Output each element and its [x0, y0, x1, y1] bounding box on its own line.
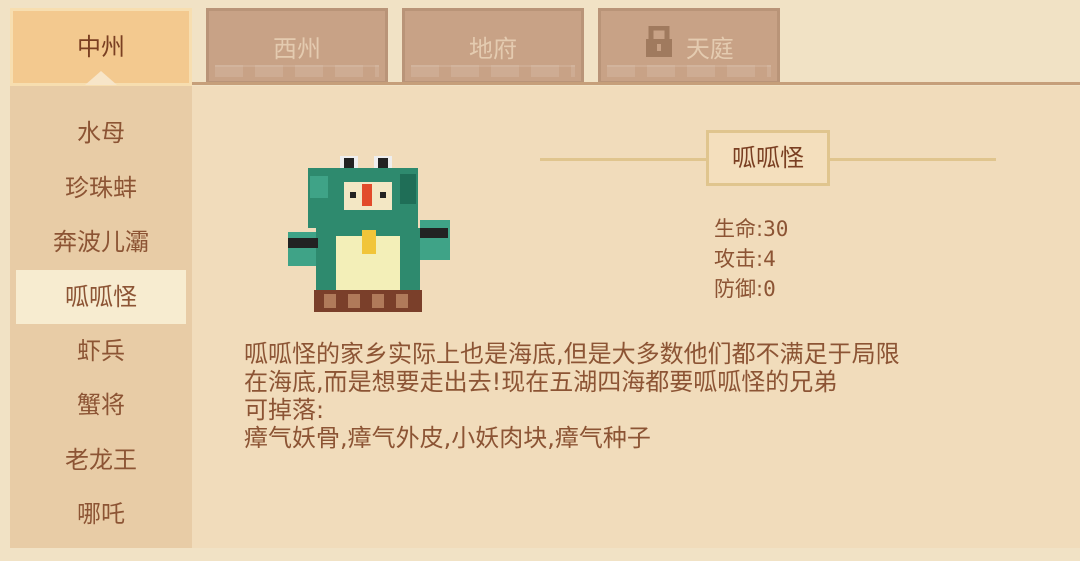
monster-detail-panel: 呱呱怪 生命:30 攻击:4 防御:0 呱呱怪的家乡实际上也是海底,但是大多数他… — [192, 86, 1080, 548]
tab-divider — [192, 82, 1080, 85]
list-item-selected[interactable]: 呱呱怪 — [16, 270, 186, 324]
list-item[interactable]: 虾兵 — [16, 324, 186, 378]
stat-value: 30 — [763, 217, 789, 241]
drops-heading: 可掉落: — [244, 396, 325, 424]
stat-value: 0 — [763, 277, 776, 301]
stat-attack: 攻击:4 — [714, 244, 788, 274]
tab-tianting[interactable]: 天庭 — [598, 8, 780, 84]
monster-stats: 生命:30 攻击:4 防御:0 — [714, 214, 788, 304]
list-item[interactable]: 水母 — [16, 106, 186, 160]
stat-label: 生命: — [714, 217, 764, 241]
monster-name: 呱呱怪 — [706, 130, 830, 186]
tab-decoration — [607, 65, 771, 77]
monster-title: 呱呱怪 — [540, 128, 996, 190]
frog-monster-icon — [288, 150, 458, 320]
stat-label: 攻击: — [714, 247, 764, 271]
description-line: 呱呱怪的家乡实际上也是海底,但是大多数他们都不满足于局限 — [244, 340, 900, 368]
list-item[interactable]: 哪吒 — [16, 487, 186, 541]
monster-list[interactable]: 水母 珍珠蚌 奔波儿灞 呱呱怪 虾兵 蟹将 老龙王 哪吒 — [10, 86, 192, 548]
tab-label: 天庭 — [685, 35, 734, 63]
active-tab-caret-icon — [85, 71, 117, 85]
stat-defense: 防御:0 — [714, 274, 788, 304]
list-item[interactable]: 珍珠蚌 — [16, 161, 186, 215]
tab-label: 地府 — [469, 35, 517, 63]
list-item[interactable]: 奔波儿灞 — [16, 215, 186, 269]
stat-value: 4 — [763, 247, 776, 271]
tab-zhongzhou[interactable]: 中州 — [10, 8, 192, 86]
tab-difu[interactable]: 地府 — [402, 8, 584, 84]
stat-label: 防御: — [714, 277, 764, 301]
drops-list: 瘴气妖骨,瘴气外皮,小妖肉块,瘴气种子 — [244, 424, 651, 452]
list-item[interactable]: 蟹将 — [16, 378, 186, 432]
list-item[interactable]: 老龙王 — [16, 433, 186, 487]
tab-label: 西州 — [273, 35, 321, 63]
region-tabs: 中州 西州 地府 天庭 — [0, 0, 1080, 86]
tab-decoration — [411, 65, 575, 77]
monster-description: 呱呱怪的家乡实际上也是海底,但是大多数他们都不满足于局限 在海底,而是想要走出去… — [244, 340, 1024, 452]
tab-label: 中州 — [77, 33, 125, 61]
tab-decoration — [215, 65, 379, 77]
tab-xizhou[interactable]: 西州 — [206, 8, 388, 84]
description-line: 在海底,而是想要走出去!现在五湖四海都要呱呱怪的兄弟 — [244, 368, 838, 396]
stat-hp: 生命:30 — [714, 214, 788, 244]
